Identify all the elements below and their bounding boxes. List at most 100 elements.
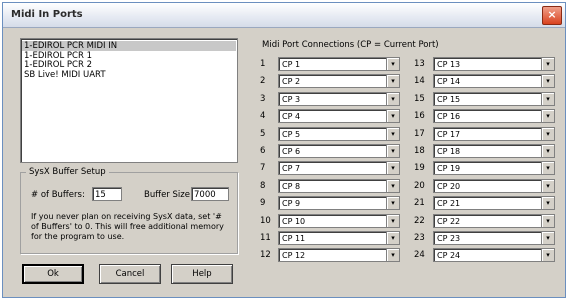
chevron-down-icon[interactable]: ▾ bbox=[386, 58, 399, 70]
chevron-down-icon[interactable]: ▾ bbox=[541, 58, 554, 70]
close-icon[interactable]: × bbox=[542, 6, 562, 25]
port-connection-select[interactable]: CP 4 ▾ bbox=[278, 109, 400, 124]
port-connection-select[interactable]: CP 19 ▾ bbox=[433, 161, 555, 176]
port-connection-value: CP 3 bbox=[282, 94, 301, 104]
port-number-label: 16 bbox=[414, 111, 425, 122]
port-list-item[interactable]: 1-EDIROL PCR 1 bbox=[24, 51, 92, 61]
port-number-label: 9 bbox=[260, 198, 266, 209]
port-connection-select[interactable]: CP 22 ▾ bbox=[433, 213, 555, 228]
port-connection-value: CP 22 bbox=[437, 216, 461, 226]
port-number-label: 11 bbox=[260, 233, 271, 243]
port-connection-select[interactable]: CP 24 ▾ bbox=[433, 248, 555, 263]
port-connection-select[interactable]: CP 18 ▾ bbox=[433, 144, 555, 158]
port-connection-select[interactable]: CP 17 ▾ bbox=[433, 126, 555, 141]
port-connection-value: CP 19 bbox=[437, 164, 461, 174]
port-connection-select[interactable]: CP 6 ▾ bbox=[278, 144, 400, 158]
port-connection-select[interactable]: CP 13 ▾ bbox=[433, 57, 555, 71]
port-number-label: 14 bbox=[414, 76, 425, 87]
chevron-down-icon[interactable]: ▾ bbox=[386, 197, 399, 210]
port-connection-value: CP 16 bbox=[437, 112, 461, 122]
port-connection-select[interactable]: CP 9 ▾ bbox=[278, 196, 400, 211]
chevron-down-icon[interactable]: ▾ bbox=[386, 179, 399, 192]
cancel-button[interactable]: Cancel bbox=[99, 264, 161, 284]
port-connection-select[interactable]: CP 14 ▾ bbox=[433, 74, 555, 89]
connections-title: Midi Port Connections (CP = Current Port… bbox=[262, 40, 439, 50]
chevron-down-icon[interactable]: ▾ bbox=[541, 197, 554, 210]
port-number-label: 8 bbox=[260, 180, 266, 191]
port-connection-value: CP 6 bbox=[282, 147, 301, 156]
chevron-down-icon[interactable]: ▾ bbox=[541, 162, 554, 175]
chevron-down-icon[interactable]: ▾ bbox=[541, 214, 554, 227]
port-number-label: 6 bbox=[260, 146, 266, 156]
num-buffers-field[interactable]: 15 bbox=[92, 187, 122, 201]
port-connection-value: CP 20 bbox=[437, 181, 461, 191]
port-connection-select[interactable]: CP 1 ▾ bbox=[278, 57, 400, 71]
port-number-label: 1 bbox=[260, 59, 266, 69]
port-connection-select[interactable]: CP 23 ▾ bbox=[433, 231, 555, 245]
port-connection-value: CP 8 bbox=[282, 181, 301, 191]
chevron-down-icon[interactable]: ▾ bbox=[386, 214, 399, 227]
chevron-down-icon[interactable]: ▾ bbox=[541, 232, 554, 244]
port-connection-select[interactable]: CP 2 ▾ bbox=[278, 74, 400, 89]
chevron-down-icon[interactable]: ▾ bbox=[386, 92, 399, 105]
port-connection-select[interactable]: CP 3 ▾ bbox=[278, 91, 400, 106]
port-connection-value: CP 11 bbox=[282, 234, 306, 243]
port-connection-select[interactable]: CP 10 ▾ bbox=[278, 213, 400, 228]
chevron-down-icon[interactable]: ▾ bbox=[386, 145, 399, 157]
chevron-down-icon[interactable]: ▾ bbox=[386, 110, 399, 123]
buffer-size-label: Buffer Size: bbox=[144, 190, 193, 200]
chevron-down-icon[interactable]: ▾ bbox=[541, 110, 554, 123]
port-connection-value: CP 14 bbox=[437, 77, 461, 87]
port-connection-value: CP 24 bbox=[437, 251, 461, 261]
port-connection-select[interactable]: CP 15 ▾ bbox=[433, 91, 555, 106]
port-connection-value: CP 17 bbox=[437, 129, 461, 139]
port-connection-value: CP 1 bbox=[282, 60, 301, 69]
chevron-down-icon[interactable]: ▾ bbox=[541, 249, 554, 262]
port-connection-select[interactable]: CP 16 ▾ bbox=[433, 109, 555, 124]
port-number-label: 13 bbox=[414, 59, 425, 69]
port-number-label: 18 bbox=[414, 146, 425, 156]
help-button[interactable]: Help bbox=[171, 264, 233, 284]
port-connection-select[interactable]: CP 8 ▾ bbox=[278, 178, 400, 193]
port-connection-value: CP 23 bbox=[437, 234, 461, 243]
chevron-down-icon[interactable]: ▾ bbox=[386, 249, 399, 262]
ok-button[interactable]: Ok bbox=[22, 264, 84, 284]
port-connection-value: CP 15 bbox=[437, 94, 461, 104]
port-number-label: 12 bbox=[260, 250, 271, 261]
buffer-size-field[interactable]: 7000 bbox=[191, 187, 229, 201]
port-connection-value: CP 21 bbox=[437, 199, 461, 209]
port-connection-select[interactable]: CP 11 ▾ bbox=[278, 231, 400, 245]
port-connection-value: CP 5 bbox=[282, 129, 301, 139]
num-buffers-label: # of Buffers: bbox=[31, 190, 85, 200]
port-connection-value: CP 13 bbox=[437, 60, 461, 69]
chevron-down-icon[interactable]: ▾ bbox=[541, 179, 554, 192]
port-number-label: 5 bbox=[260, 128, 266, 139]
port-connection-select[interactable]: CP 12 ▾ bbox=[278, 248, 400, 263]
window-title: Midi In Ports bbox=[11, 9, 83, 20]
port-connection-value: CP 10 bbox=[282, 216, 306, 226]
chevron-down-icon[interactable]: ▾ bbox=[386, 232, 399, 244]
input-ports-list[interactable]: 1-EDIROL PCR MIDI IN 1-EDIROL PCR 1 1-EDIR… bbox=[20, 38, 238, 163]
port-connection-value: CP 18 bbox=[437, 147, 461, 156]
port-number-label: 23 bbox=[414, 233, 425, 243]
chevron-down-icon[interactable]: ▾ bbox=[541, 75, 554, 88]
port-list-item[interactable]: 1-EDIROL PCR 2 bbox=[24, 60, 92, 70]
port-number-label: 24 bbox=[414, 250, 425, 261]
port-connection-select[interactable]: CP 21 ▾ bbox=[433, 196, 555, 211]
port-number-label: 20 bbox=[414, 180, 425, 191]
chevron-down-icon[interactable]: ▾ bbox=[541, 145, 554, 157]
sysx-note: If you never plan on receiving SysX data… bbox=[31, 212, 224, 241]
port-number-label: 2 bbox=[260, 76, 266, 87]
port-number-label: 10 bbox=[260, 215, 271, 226]
chevron-down-icon[interactable]: ▾ bbox=[386, 75, 399, 88]
port-list-item[interactable]: 1-EDIROL PCR MIDI IN bbox=[22, 41, 236, 51]
port-connection-select[interactable]: CP 7 ▾ bbox=[278, 161, 400, 176]
chevron-down-icon[interactable]: ▾ bbox=[386, 127, 399, 140]
port-list-item[interactable]: SB Live! MIDI UART bbox=[24, 70, 106, 80]
chevron-down-icon[interactable]: ▾ bbox=[386, 162, 399, 175]
port-connection-select[interactable]: CP 20 ▾ bbox=[433, 178, 555, 193]
chevron-down-icon[interactable]: ▾ bbox=[541, 127, 554, 140]
title-bar: Midi In Ports × bbox=[3, 3, 565, 28]
chevron-down-icon[interactable]: ▾ bbox=[541, 92, 554, 105]
port-connection-select[interactable]: CP 5 ▾ bbox=[278, 126, 400, 141]
